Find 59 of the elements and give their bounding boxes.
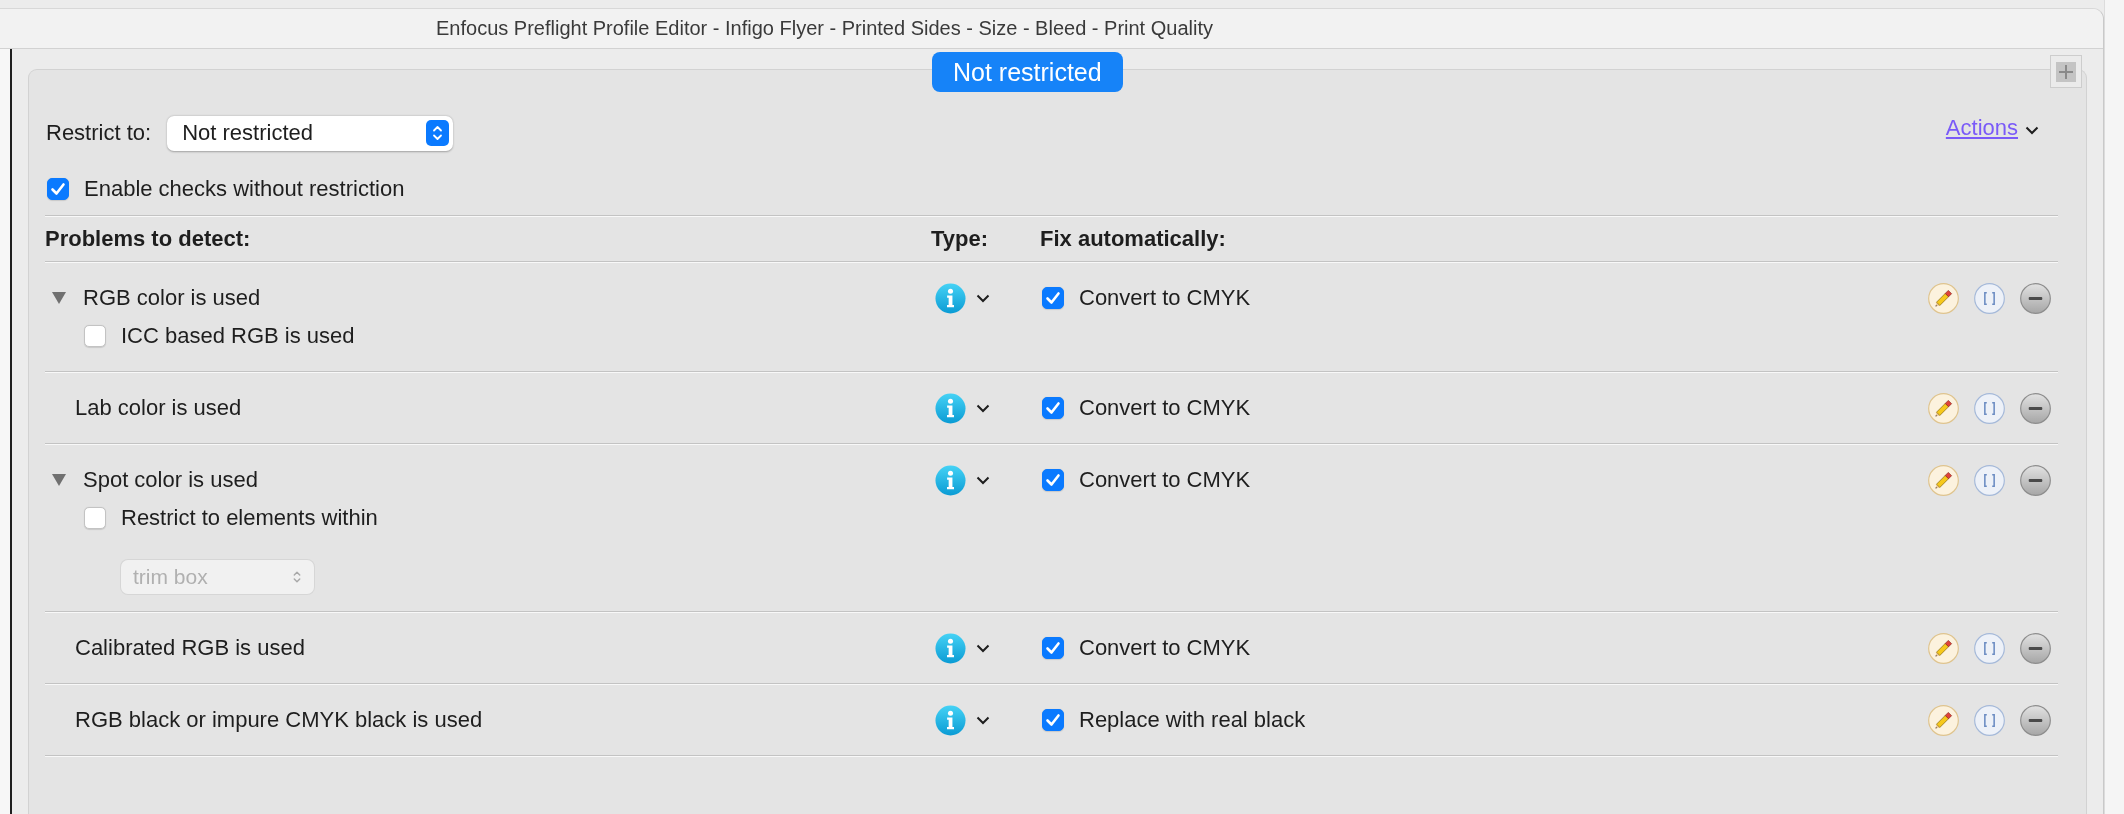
restrict-dropdown[interactable]: Not restricted	[167, 115, 454, 151]
disclosure-triangle-icon[interactable]	[52, 474, 66, 486]
pencil-icon[interactable]	[1928, 464, 1959, 496]
checkbox[interactable]	[84, 325, 106, 347]
fix-label: Convert to CMYK	[1079, 285, 1251, 311]
pencil-icon[interactable]	[1928, 282, 1959, 314]
pencil-icon[interactable]	[1928, 632, 1959, 664]
checkbox[interactable]	[1042, 287, 1064, 309]
stepper-icon	[426, 120, 450, 146]
checkbox[interactable]	[84, 507, 106, 529]
caret-icon[interactable]	[976, 643, 990, 653]
column-header: Problems to detect:	[45, 226, 251, 252]
checkbox[interactable]	[1042, 637, 1064, 659]
caret-icon[interactable]	[976, 293, 990, 303]
info-icon[interactable]	[935, 464, 966, 496]
problem-label: Spot color is used	[83, 467, 258, 493]
checkbox[interactable]	[47, 178, 69, 200]
problem-label: RGB color is used	[83, 285, 261, 311]
info-icon[interactable]	[935, 392, 966, 424]
checkbox[interactable]	[1042, 469, 1064, 491]
restrict-label: Restrict to:	[46, 120, 152, 146]
caret-icon[interactable]	[976, 715, 990, 725]
problem-label: Lab color is used	[75, 395, 242, 421]
brackets-icon[interactable]	[1974, 632, 2005, 664]
minus-icon[interactable]	[2020, 392, 2051, 424]
minus-icon[interactable]	[2020, 282, 2051, 314]
caret-icon[interactable]	[976, 475, 990, 485]
column-header: Type:	[931, 226, 989, 252]
caret-icon[interactable]	[976, 403, 990, 413]
option-label: Restrict to elements within	[121, 505, 378, 531]
fix-label: Replace with real black	[1079, 707, 1306, 733]
info-icon[interactable]	[935, 282, 966, 314]
info-icon[interactable]	[935, 704, 966, 736]
checkbox[interactable]	[1042, 397, 1064, 419]
pencil-icon[interactable]	[1928, 704, 1959, 736]
minus-icon[interactable]	[2020, 464, 2051, 496]
brackets-icon[interactable]	[1974, 464, 2005, 496]
option-label: ICC based RGB is used	[121, 323, 355, 349]
minus-icon[interactable]	[2020, 632, 2051, 664]
pencil-icon[interactable]	[1928, 392, 1959, 424]
fix-label: Convert to CMYK	[1079, 635, 1251, 661]
info-icon[interactable]	[935, 632, 966, 664]
restriction-badge: Not restricted	[932, 52, 1123, 92]
minus-icon[interactable]	[2020, 704, 2051, 736]
plus-icon[interactable]	[2050, 55, 2082, 88]
problem-label: RGB black or impure CMYK black is used	[75, 707, 483, 733]
fix-label: Convert to CMYK	[1079, 467, 1251, 493]
brackets-icon[interactable]	[1974, 392, 2005, 424]
problem-label: Calibrated RGB is used	[75, 635, 305, 661]
window-title: Enfocus Preflight Profile Editor - Infigo Flyer - Printed Sides - Size - Bleed - Print Quality	[436, 17, 1213, 40]
actions-link[interactable]: Actions	[1945, 115, 2018, 141]
brackets-icon[interactable]	[1974, 704, 2005, 736]
fix-label: Convert to CMYK	[1079, 395, 1251, 421]
column-header: Fix automatically:	[1040, 226, 1226, 252]
checkbox[interactable]	[1042, 709, 1064, 731]
disclosure-triangle-icon[interactable]	[52, 292, 66, 304]
checkbox-label: Enable checks without restriction	[84, 176, 405, 202]
brackets-icon[interactable]	[1974, 282, 2005, 314]
caret-icon[interactable]	[2025, 125, 2039, 135]
